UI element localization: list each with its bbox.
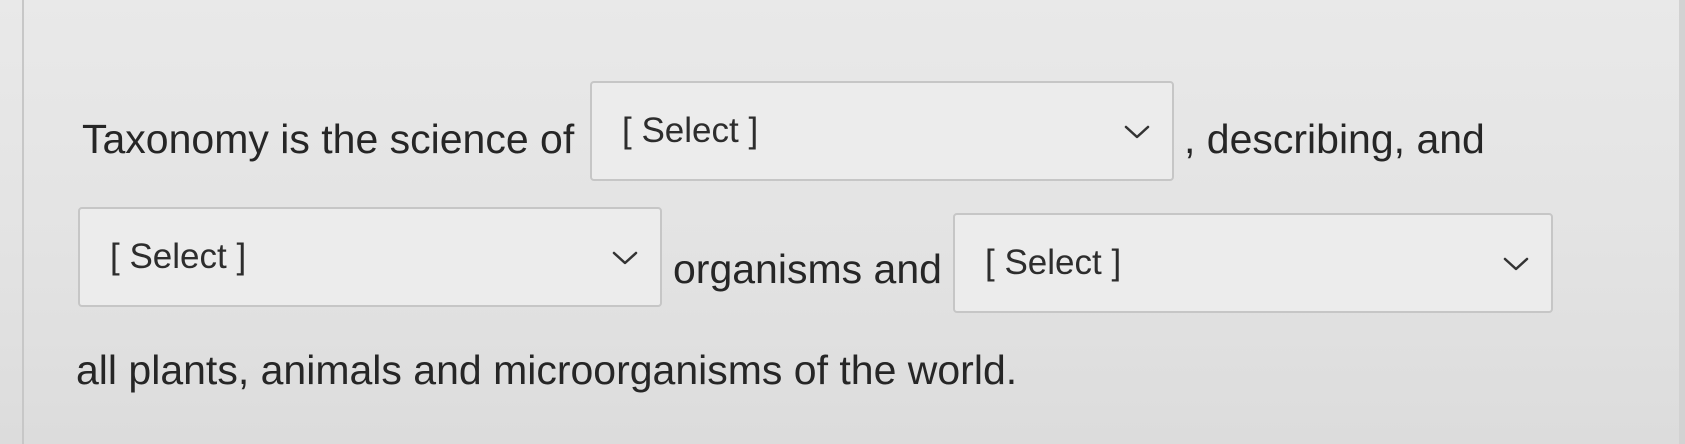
chevron-down-icon [1503, 257, 1529, 271]
dropdown-3[interactable]: [ Select ] [953, 213, 1553, 313]
chevron-down-icon [612, 251, 638, 265]
question-text-line2-middle: organisms and [673, 246, 942, 292]
question-text-line1-end: , describing, and [1184, 116, 1485, 162]
question-text-line1-start: Taxonomy is the science of [82, 116, 575, 162]
panel-left-border [22, 0, 24, 444]
panel-right-border [1679, 0, 1685, 444]
dropdown-3-value: [ Select ] [985, 243, 1122, 282]
dropdown-2[interactable]: [ Select ] [78, 207, 662, 307]
dropdown-2-value: [ Select ] [110, 237, 247, 276]
dropdown-1[interactable]: [ Select ] [590, 81, 1174, 181]
question-panel: Taxonomy is the science of [ Select ] , … [0, 0, 1685, 444]
chevron-down-icon [1124, 125, 1150, 139]
dropdown-1-value: [ Select ] [622, 111, 759, 150]
question-text-line3: all plants, animals and microorganisms o… [76, 347, 1018, 393]
